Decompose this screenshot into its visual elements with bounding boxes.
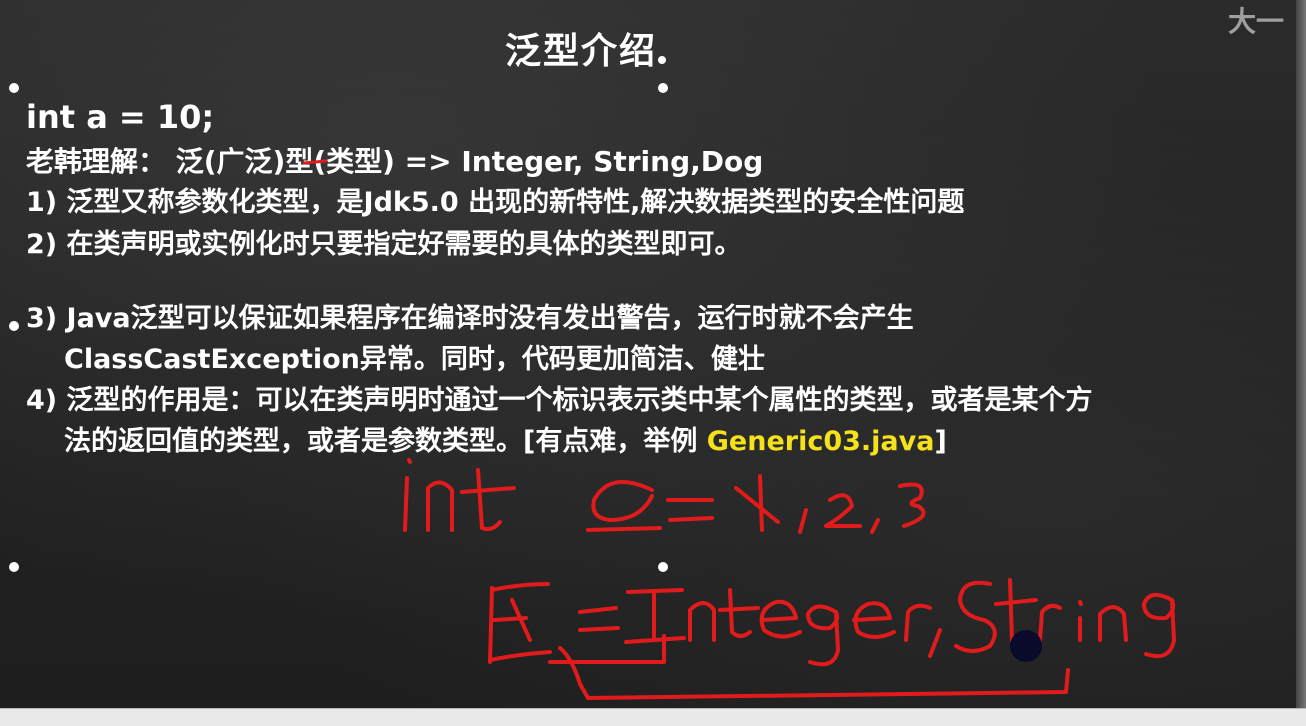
ink-stroke (578, 626, 620, 632)
ink-stroke (1008, 578, 1014, 642)
bottom-bar (0, 708, 1306, 726)
ink-stroke (852, 601, 896, 639)
ink-stroke (476, 468, 502, 532)
ink-stroke (426, 480, 454, 532)
ink-stroke (1038, 603, 1062, 642)
ink-stroke (759, 599, 802, 639)
ink-stroke (898, 482, 926, 528)
ink-stroke (806, 604, 840, 667)
ink-stroke (488, 586, 494, 664)
ink-stroke (490, 582, 550, 592)
ink-stroke (688, 601, 716, 642)
ink-stroke (1078, 600, 1083, 606)
ink-stroke (668, 516, 714, 522)
ink-stroke (302, 159, 328, 165)
ink-stroke (1098, 605, 1128, 642)
ink-stroke (904, 603, 932, 642)
ink-stroke (718, 606, 760, 612)
ink-stroke (824, 493, 862, 528)
ink-stroke (734, 486, 780, 524)
ink-stroke (407, 458, 412, 464)
pen-annotations (302, 159, 1176, 700)
ink-stroke (488, 650, 552, 662)
ink-stroke (586, 526, 662, 532)
ink-stroke (403, 476, 409, 532)
ink-stroke (758, 474, 764, 532)
ink-stroke (460, 486, 516, 494)
ink-stroke (591, 480, 654, 522)
right-edge-bar (1296, 0, 1306, 708)
ink-stroke (728, 588, 752, 638)
ink-stroke (558, 646, 1070, 700)
ink-stroke (578, 606, 618, 614)
ink-stroke (928, 628, 942, 658)
ink-stroke (994, 598, 1038, 606)
ink-stroke (1142, 592, 1176, 659)
ink-stroke (954, 580, 997, 653)
pen-cursor (1010, 630, 1042, 662)
ink-stroke (870, 518, 880, 534)
ink-stroke (798, 508, 808, 534)
ink-stroke (624, 636, 686, 644)
slide: 大一 泛型介绍 int a = 10; 老韩理解： 泛(广泛)型(类型) => … (0, 0, 1306, 708)
